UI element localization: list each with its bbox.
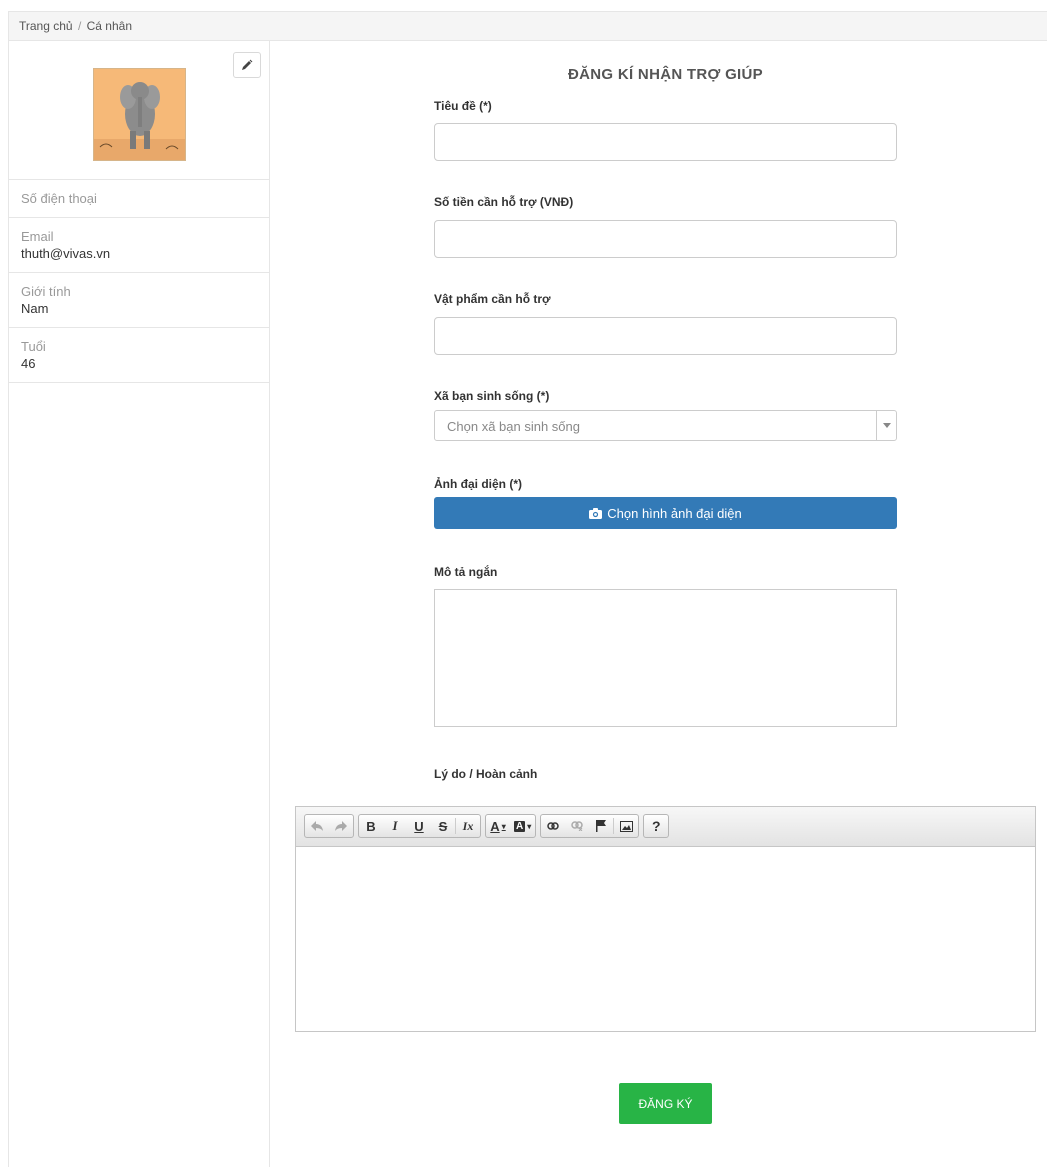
age-value: 46: [21, 356, 36, 371]
strikethrough-button[interactable]: S: [431, 815, 455, 837]
email-label: Email: [21, 229, 54, 244]
commune-label: Xã bạn sinh sống (*): [434, 389, 550, 403]
background-color-label: A: [514, 820, 526, 832]
help-group: ?: [643, 814, 670, 838]
reason-label: Lý do / Hoàn cảnh: [434, 767, 538, 781]
items-label: Vật phẩm cần hỗ trợ: [434, 292, 551, 306]
age-label: Tuổi: [21, 339, 46, 354]
breadcrumb: Trang chủ / Cá nhân: [8, 11, 1047, 41]
background-color-button[interactable]: A ▾: [510, 815, 535, 837]
choose-avatar-label: Chọn hình ảnh đại diện: [607, 505, 742, 521]
profile-sidebar: Số điện thoại Email thuth@vivas.vn Giới …: [8, 40, 270, 1167]
editor-content-area[interactable]: [296, 847, 1035, 1031]
image-icon[interactable]: [614, 815, 638, 837]
submit-button[interactable]: ĐĂNG KÝ: [619, 1083, 712, 1124]
short-desc-textarea[interactable]: [434, 589, 897, 727]
bold-button[interactable]: B: [359, 815, 383, 837]
avatar-label: Ảnh đại diện (*): [434, 477, 522, 491]
underline-button[interactable]: U: [407, 815, 431, 837]
link-icon[interactable]: [541, 815, 565, 837]
short-desc-label: Mô tả ngắn: [434, 565, 498, 579]
email-value: thuth@vivas.vn: [21, 246, 111, 261]
amount-label: Số tiền cần hỗ trợ (VNĐ): [434, 195, 574, 209]
choose-avatar-button[interactable]: Chọn hình ảnh đại diện: [434, 497, 897, 529]
breadcrumb-home-link[interactable]: Trang chủ: [19, 19, 73, 33]
commune-select[interactable]: Chọn xã bạn sinh sống: [434, 410, 897, 441]
breadcrumb-current: Cá nhân: [86, 19, 132, 33]
format-group: B I U S Ix: [358, 814, 481, 838]
form-title: ĐĂNG KÍ NHẬN TRỢ GIÚP: [568, 66, 763, 83]
camera-icon: [589, 507, 603, 519]
gender-value: Nam: [21, 301, 49, 316]
age-row: Tuổi 46: [9, 328, 269, 383]
gender-row: Giới tính Nam: [9, 273, 269, 328]
profile-header: [9, 40, 269, 180]
items-input[interactable]: [434, 317, 897, 355]
edit-profile-button[interactable]: [233, 52, 261, 78]
commune-placeholder: Chọn xã bạn sinh sống: [447, 419, 580, 434]
chevron-down-icon: ▾: [501, 821, 506, 831]
pencil-icon: [242, 59, 253, 70]
color-group: A ▾ A ▾: [485, 814, 537, 838]
editor-toolbar: B I U S Ix A ▾ A ▾ ?: [296, 807, 1035, 847]
reason-rich-editor: B I U S Ix A ▾ A ▾ ?: [295, 806, 1036, 1032]
remove-format-button[interactable]: Ix: [456, 815, 480, 837]
undo-icon[interactable]: [305, 815, 329, 837]
phone-row: Số điện thoại: [9, 180, 269, 218]
redo-icon[interactable]: [329, 815, 353, 837]
history-group: [304, 814, 354, 838]
insert-group: [540, 814, 640, 838]
anchor-flag-icon[interactable]: [589, 815, 613, 837]
dropdown-arrow-icon[interactable]: [876, 411, 896, 440]
title-input[interactable]: [434, 123, 897, 161]
text-color-button[interactable]: A ▾: [486, 815, 510, 837]
text-color-label: A: [490, 818, 500, 834]
italic-button[interactable]: I: [383, 815, 407, 837]
avatar: [93, 68, 186, 161]
help-button[interactable]: ?: [644, 815, 668, 837]
breadcrumb-separator: /: [77, 19, 82, 33]
phone-label: Số điện thoại: [21, 191, 97, 206]
email-row: Email thuth@vivas.vn: [9, 218, 269, 273]
gender-label: Giới tính: [21, 284, 71, 299]
amount-input[interactable]: [434, 220, 897, 258]
unlink-icon[interactable]: [565, 815, 589, 837]
title-label: Tiêu đề (*): [434, 99, 492, 113]
chevron-down-icon: ▾: [527, 821, 532, 831]
